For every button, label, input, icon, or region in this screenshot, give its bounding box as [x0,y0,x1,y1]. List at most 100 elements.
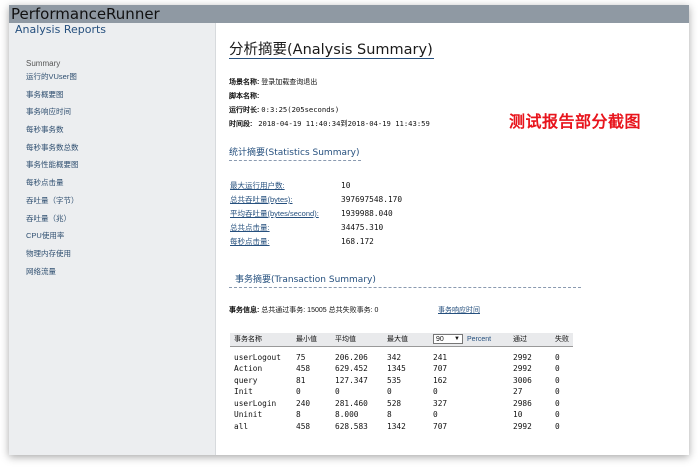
stat-row-total-hits: 总共点击量: 34475.310 [230,221,383,235]
sidebar-item-response-time[interactable]: 事务响应时间 [26,106,79,124]
cell-pass: 10 [513,410,523,420]
cell-max: 528 [387,398,402,408]
stat-value-total-hits: 34475.310 [341,223,384,232]
col-header-min[interactable]: 最小值 [292,333,331,347]
cell-fail: 0 [555,353,560,363]
cell-avg: 0 [335,387,340,397]
cell-name: query [234,375,258,385]
tx-info: 事务信息: 总共通过事务: 15005 总共失败事务: 0 [229,305,378,315]
duration-label: 运行时长: [229,107,260,114]
page-title: 分析摘要(Analysis Summary) [229,42,433,58]
cell-name: userLogin [234,398,277,408]
stat-row-hits-per-second: 每秒点击量: 168.172 [230,235,374,249]
sidebar-item-tps[interactable]: 每秒事务数 [26,124,79,142]
stats-section-title: 统计摘要(Statistics Summary) [229,148,360,158]
cell-fail: 0 [555,421,560,431]
sidebar-item-hits-per-second[interactable]: 每秒点击量 [26,177,79,195]
stat-value-hits-per-second: 168.172 [341,237,374,246]
tx-info-text: 总共通过事务: 15005 总共失败事务: 0 [261,307,379,314]
stat-row-total-throughput: 总共吞吐量(bytes): 397697548.170 [230,193,402,207]
cell-avg: 629.452 [335,364,368,374]
stat-key-hits-per-second[interactable]: 每秒点击量: [230,237,270,246]
sidebar-item-transaction-summary[interactable]: 事务概要图 [26,89,79,107]
cell-percentile: 0 [433,410,438,420]
cell-fail: 0 [555,364,560,374]
sidebar-item-throughput-mb[interactable]: 吞吐量（兆） [26,213,79,231]
cell-min: 458 [296,421,311,431]
cell-pass: 2992 [513,364,532,374]
tx-section-title: 事务摘要(Transaction Summary) [235,275,376,285]
duration-row: 运行时长: 0:3:25(205seconds) [229,104,430,118]
sidebar-item-throughput-bytes[interactable]: 吞吐量（字节） [26,195,79,213]
percentile-select[interactable]: 90 ▼ [433,334,463,345]
cell-min: 8 [296,410,301,420]
col-header-fail[interactable]: 失败 [551,333,573,347]
col-header-avg[interactable]: 平均值 [331,333,383,347]
cell-percentile: 327 [433,398,448,408]
cell-percentile: 707 [433,364,448,374]
cell-pass: 2986 [513,398,532,408]
cell-percentile: 0 [433,387,438,397]
stat-value-total-throughput: 397697548.170 [341,195,403,204]
title-underline [229,58,434,59]
col-header-percentile: 90 ▼ Percent [429,333,509,347]
col-header-pass[interactable]: 通过 [509,333,551,347]
cell-avg: 127.347 [335,375,368,385]
cell-percentile: 162 [433,375,448,385]
cell-max: 1345 [387,364,406,374]
stat-key-total-throughput[interactable]: 总共吞吐量(bytes): [230,195,293,204]
cell-min: 240 [296,398,311,408]
cell-min: 75 [296,353,306,363]
sidebar-item-memory-usage[interactable]: 物理内存使用 [26,248,79,266]
cell-name: all [234,421,249,431]
tx-response-time-link[interactable]: 事务响应时间 [438,305,480,315]
scenario-label: 场景名称: [229,79,260,86]
cell-pass: 2992 [513,421,532,431]
cell-max: 342 [387,353,402,363]
stat-row-avg-throughput: 平均吞吐量(bytes/second): 1939988.040 [230,207,393,221]
scenario-value: 登录加载查询退出 [261,79,318,86]
sidebar-item-summary[interactable]: Summary [26,58,79,71]
scenario-row: 场景名称: 登录加载查询退出 [229,77,430,91]
cell-fail: 0 [555,375,560,385]
main-content: 分析摘要(Analysis Summary) 场景名称: 登录加载查询退出 脚本… [217,23,689,455]
table-row: Uninit 8 8.000 8 0 10 0 [230,409,573,421]
table-row: query 81 127.347 535 162 3006 0 [230,375,573,387]
cell-pass: 27 [513,387,523,397]
sidebar-item-network-traffic[interactable]: 网络流量 [26,266,79,284]
sidebar-item-total-tps[interactable]: 每秒事务数总数 [26,142,79,160]
cell-avg: 206.206 [335,353,368,363]
cell-max: 1342 [387,421,406,431]
table-row: userLogout 75 206.206 342 241 2992 0 [230,346,573,363]
stat-key-total-hits[interactable]: 总共点击量: [230,223,270,232]
sidebar-item-transaction-performance[interactable]: 事务性能概要图 [26,159,79,177]
stat-value-avg-throughput: 1939988.040 [341,209,393,218]
period-row: 时间段: 2018-04-19 11:40:34到2018-04-19 11:4… [229,118,430,132]
script-label: 脚本名称: [229,92,260,100]
stats-section-divider [229,160,361,161]
script-row: 脚本名称: [229,91,430,105]
sidebar-menu: Summary 运行的VUser图 事务概要图 事务响应时间 每秒事务数 每秒事… [26,58,79,283]
cell-percentile: 241 [433,353,448,363]
chevron-down-icon: ▼ [454,336,460,343]
stat-key-avg-throughput[interactable]: 平均吞吐量(bytes/second): [230,209,319,218]
period-label: 时间段: [229,120,253,128]
stat-key-max-users[interactable]: 最大运行用户数: [230,181,285,190]
table-header-row: 事务名称 最小值 平均值 最大值 90 ▼ Percent 通过 失败 [230,333,573,347]
stats-list: 最大运行用户数: 10 总共吞吐量(bytes): 397697548.170 … [230,179,402,249]
col-header-max[interactable]: 最大值 [383,333,429,347]
sidebar-header: Analysis Reports [15,23,107,36]
cell-percentile: 707 [433,421,448,431]
cell-avg: 8.000 [335,410,359,420]
sidebar-item-cpu-usage[interactable]: CPU使用率 [26,230,79,248]
cell-fail: 0 [555,398,560,408]
period-value: 2018-04-19 11:40:34到2018-04-19 11:43:59 [258,118,430,128]
cell-name: Uninit [234,410,263,420]
cell-pass: 2992 [513,353,532,363]
cell-fail: 0 [555,387,560,397]
col-header-name[interactable]: 事务名称 [230,333,292,347]
stat-value-max-users: 10 [341,181,351,190]
table-row: userLogin 240 281.460 528 327 2986 0 [230,398,573,410]
sidebar-item-running-vusers[interactable]: 运行的VUser图 [26,71,79,89]
run-info: 场景名称: 登录加载查询退出 脚本名称: 运行时长: 0:3:25(205sec… [229,77,430,131]
